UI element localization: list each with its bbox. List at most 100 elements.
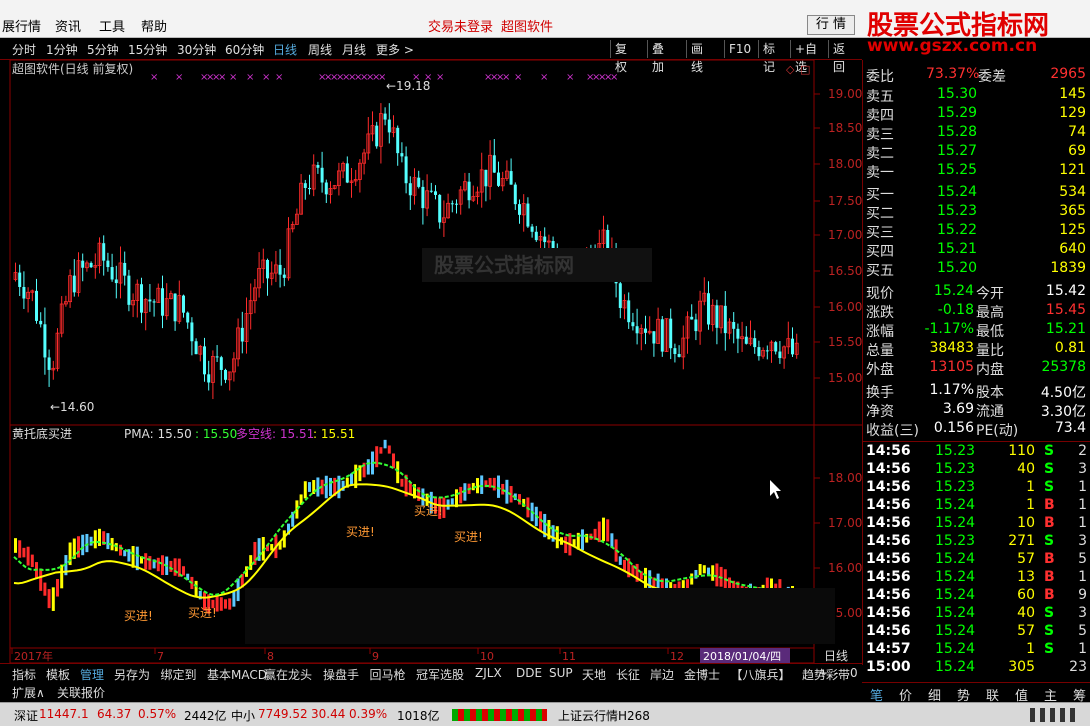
sell-row-1[interactable]: 卖一 15.25 121 xyxy=(863,162,1090,181)
tool-4[interactable]: 标记 xyxy=(758,40,779,74)
tick-row[interactable]: 14:56 15.24 13 B 1 xyxy=(863,569,1090,588)
tab-6[interactable]: 赢在龙头 xyxy=(264,666,312,683)
buy-row-5[interactable]: 买五 15.20 1839 xyxy=(863,260,1090,279)
sell-row-3[interactable]: 卖三 15.28 74 xyxy=(863,124,1090,143)
stat-row-1[interactable]: 涨跌 -0.18 最高 15.45 xyxy=(863,302,1090,321)
period-3[interactable]: 15分钟 xyxy=(128,41,167,58)
period-9[interactable]: 更多 > xyxy=(376,41,414,58)
sell-row-5[interactable]: 卖五 15.30 145 xyxy=(863,86,1090,105)
tab-2[interactable]: 管理 xyxy=(80,666,104,683)
server-name[interactable]: 上证云行情H268 xyxy=(558,707,650,724)
tick-row[interactable]: 14:56 15.24 10 B 1 xyxy=(863,515,1090,534)
buy-row-2[interactable]: 买二 15.23 365 xyxy=(863,203,1090,222)
tool-0[interactable]: 复权 xyxy=(610,40,631,74)
menu-help[interactable]: 帮助 xyxy=(141,16,167,35)
brand-link[interactable]: 超图软件 xyxy=(501,16,553,35)
tab-1[interactable]: 模板 xyxy=(46,666,70,683)
period-8[interactable]: 月线 xyxy=(342,41,366,58)
tab-14[interactable]: 长征 xyxy=(616,666,640,683)
chart-svg[interactable]: 19.00 18.50 18.00 17.50 17.00 16.50 16.00 15.50… xyxy=(0,59,862,665)
tab-12[interactable]: SUP xyxy=(549,666,573,680)
tab-5[interactable]: 基本MACD xyxy=(207,666,267,683)
buy-row-1[interactable]: 买一 15.24 534 xyxy=(863,184,1090,203)
buy-row-4[interactable]: 买四 15.21 640 xyxy=(863,241,1090,260)
stat-row-2[interactable]: 涨幅 -1.17% 最低 15.21 xyxy=(863,321,1090,340)
tab-10[interactable]: ZJLX xyxy=(475,666,502,680)
period-6[interactable]: 日线 xyxy=(273,41,297,58)
tab-control-2[interactable]: 0 xyxy=(850,666,858,680)
candle-body xyxy=(106,260,110,268)
tool-2[interactable]: 画线 xyxy=(686,40,707,74)
sell-price: 15.25 xyxy=(937,162,978,178)
period-1[interactable]: 1分钟 xyxy=(46,41,78,58)
stat-row-3[interactable]: 总量 38483 量比 0.81 xyxy=(863,340,1090,359)
tab-15[interactable]: 岸边 xyxy=(650,666,674,683)
sell-row-2[interactable]: 卖二 15.27 69 xyxy=(863,143,1090,162)
period-2[interactable]: 5分钟 xyxy=(87,41,119,58)
ind-bar xyxy=(18,540,22,558)
tick-row[interactable]: 14:56 15.24 1 B 1 xyxy=(863,497,1090,516)
tab-4[interactable]: 绑定到 xyxy=(161,666,197,683)
zx-index[interactable]: 7749.52 xyxy=(258,707,308,721)
tick-row[interactable]: 14:56 15.23 271 S 3 xyxy=(863,533,1090,552)
ind-bar xyxy=(219,597,223,611)
ind-bar xyxy=(702,565,706,574)
fund-row-1[interactable]: 净资 3.69 流通 3.30亿 xyxy=(863,401,1090,420)
buy-label: 买二 xyxy=(866,206,894,222)
tab-9[interactable]: 冠军选股 xyxy=(416,666,464,683)
tick-row[interactable]: 14:56 15.24 60 B 9 xyxy=(863,587,1090,606)
login-status[interactable]: 交易未登录 xyxy=(428,16,493,35)
sell-row-4[interactable]: 卖四 15.29 129 xyxy=(863,105,1090,124)
tab-7[interactable]: 操盘手 xyxy=(323,666,359,683)
buy-row-3[interactable]: 买三 15.22 125 xyxy=(863,222,1090,241)
tick-direction: S xyxy=(1044,623,1055,639)
tab-17[interactable]: 【八旗兵】 xyxy=(731,666,791,683)
tab-control-0[interactable]: + xyxy=(818,666,828,680)
tab-11[interactable]: DDE xyxy=(516,666,542,680)
tick-row[interactable]: 15:00 15.24 305 23 xyxy=(863,659,1090,678)
diamond-icon[interactable]: ◇ xyxy=(786,63,795,76)
stat-row-4[interactable]: 外盘 13105 内盘 25378 xyxy=(863,359,1090,378)
candle-body xyxy=(765,350,769,352)
period-5[interactable]: 60分钟 xyxy=(225,41,264,58)
fund-row-2[interactable]: 收益(三) 0.156 PE(动) 73.4 xyxy=(863,420,1090,439)
tick-row[interactable]: 14:56 15.23 110 S 2 xyxy=(863,443,1090,462)
sz-index[interactable]: 11447.1 xyxy=(39,707,89,721)
x-tick-label: 11 xyxy=(562,650,576,663)
tab-16[interactable]: 金博士 xyxy=(684,666,720,683)
stat-row-0[interactable]: 现价 15.24 今开 15.42 xyxy=(863,283,1090,302)
tab-3[interactable]: 另存为 xyxy=(114,666,150,683)
tool-6[interactable]: 返回 xyxy=(828,40,849,74)
candle-body xyxy=(484,169,488,187)
tab-8[interactable]: 回马枪 xyxy=(370,666,406,683)
tick-row[interactable]: 14:56 15.23 1 S 1 xyxy=(863,479,1090,498)
menu-news[interactable]: 资讯 xyxy=(55,16,81,35)
tab-control-1[interactable]: - xyxy=(834,666,838,680)
expand-button[interactable]: 扩展∧ xyxy=(12,684,45,701)
tick-row[interactable]: 14:56 15.24 40 S 3 xyxy=(863,605,1090,624)
tab-0[interactable]: 指标 xyxy=(12,666,36,683)
tick-row[interactable]: 14:56 15.24 57 B 5 xyxy=(863,551,1090,570)
tick-row[interactable]: 14:57 15.24 1 S 1 xyxy=(863,641,1090,660)
fund-value-2: 4.50亿 xyxy=(1040,385,1086,401)
menu-tools[interactable]: 工具 xyxy=(99,16,125,35)
fund-row-0[interactable]: 换手 1.17% 股本 4.50亿 xyxy=(863,382,1090,401)
period-7[interactable]: 周线 xyxy=(308,41,332,58)
tab-13[interactable]: 天地 xyxy=(582,666,606,683)
tool-3[interactable]: F10 xyxy=(724,40,755,58)
square-icon[interactable]: □ xyxy=(800,63,810,76)
tick-time: 14:56 xyxy=(866,497,911,513)
period-0[interactable]: 分时 xyxy=(12,41,36,58)
tool-5[interactable]: +自选 xyxy=(790,40,821,74)
related-quotes-button[interactable]: 关联报价 xyxy=(57,684,105,701)
tick-row[interactable]: 14:56 15.23 40 S 3 xyxy=(863,461,1090,480)
weibi-row[interactable]: 委比 73.37% 委差 2965 xyxy=(863,66,1090,85)
tick-count: 5 xyxy=(1078,551,1087,567)
chart-area[interactable]: 19.00 18.50 18.00 17.50 17.00 16.50 16.00 15.50… xyxy=(0,59,862,665)
app-window: 展行情 资讯 工具 帮助 交易未登录 超图软件 行 情 股票公式指标网 www.… xyxy=(0,0,1090,726)
tick-row[interactable]: 14:56 15.24 57 S 5 xyxy=(863,623,1090,642)
quote-main-button[interactable]: 行 情 xyxy=(807,15,855,35)
menu-quotes[interactable]: 展行情 xyxy=(2,16,41,35)
tool-1[interactable]: 叠加 xyxy=(647,40,668,74)
period-4[interactable]: 30分钟 xyxy=(177,41,216,58)
